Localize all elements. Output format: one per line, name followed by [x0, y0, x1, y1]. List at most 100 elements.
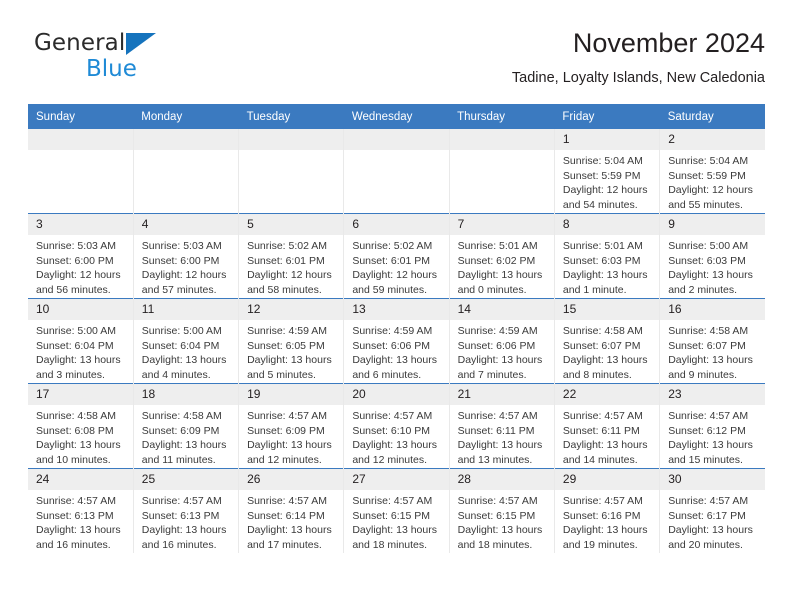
sunset-text: Sunset: 6:03 PM: [668, 254, 746, 267]
day-details: Sunrise: 4:58 AM Sunset: 6:07 PM Daylight:…: [555, 320, 659, 382]
title-block: November 2024 Tadine, Loyalty Islands, N…: [512, 26, 765, 89]
calendar-day-cell[interactable]: 6 Sunrise: 5:02 AM Sunset: 6:01 PM Daylight…: [343, 213, 450, 299]
day-number: [449, 129, 554, 150]
day-number: 16: [660, 299, 765, 320]
sunrise-text: Sunrise: 4:58 AM: [36, 410, 116, 422]
daylight-text-line1: Daylight: 12 hours: [352, 269, 437, 282]
calendar-day-cell[interactable]: 3 Sunrise: 5:03 AM Sunset: 6:00 PM Daylight…: [28, 213, 134, 299]
calendar-day-cell[interactable]: 24 Sunrise: 4:57 AM Sunset: 6:13 PM Dayligh…: [28, 468, 134, 553]
calendar-day-cell-empty: [343, 129, 450, 214]
sunrise-text: Sunrise: 4:57 AM: [352, 495, 433, 507]
day-details: Sunrise: 5:02 AM Sunset: 6:01 PM Daylight:…: [239, 235, 343, 297]
calendar-page: General Blue November 2024 Tadine, Loyal…: [0, 0, 792, 612]
daylight-text-line2: and 18 minutes.: [457, 538, 533, 551]
calendar-day-cell[interactable]: 27 Sunrise: 4:57 AM Sunset: 6:15 PM Dayligh…: [343, 468, 450, 553]
daylight-text-line2: and 12 minutes.: [352, 453, 428, 466]
weekday-header-wednesday: Wednesday: [343, 104, 450, 129]
calendar-day-cell[interactable]: 7 Sunrise: 5:01 AM Sunset: 6:02 PM Daylight…: [449, 213, 555, 299]
calendar-day-cell-empty: [133, 129, 240, 214]
calendar-day-cell[interactable]: 13 Sunrise: 4:59 AM Sunset: 6:06 PM Dayligh…: [343, 298, 450, 384]
calendar-day-cell[interactable]: 30 Sunrise: 4:57 AM Sunset: 6:17 PM Dayligh…: [659, 468, 765, 553]
daylight-text-line1: Daylight: 13 hours: [668, 269, 753, 282]
calendar-day-cell[interactable]: 28 Sunrise: 4:57 AM Sunset: 6:15 PM Dayligh…: [449, 468, 555, 553]
calendar-day-cell[interactable]: 12 Sunrise: 4:59 AM Sunset: 6:05 PM Dayligh…: [238, 298, 345, 384]
calendar-day-cell[interactable]: 9 Sunrise: 5:00 AM Sunset: 6:03 PM Daylight…: [659, 213, 765, 299]
day-number: 1: [554, 129, 660, 150]
calendar-day-cell[interactable]: 4 Sunrise: 5:03 AM Sunset: 6:00 PM Daylight…: [133, 213, 240, 299]
sunset-text: Sunset: 6:05 PM: [247, 339, 325, 352]
daylight-text-line1: Daylight: 13 hours: [668, 439, 753, 452]
day-number: 29: [554, 469, 660, 490]
daylight-text-line1: Daylight: 13 hours: [352, 439, 437, 452]
sunrise-text: Sunrise: 4:58 AM: [668, 325, 749, 337]
day-number: 11: [133, 299, 239, 320]
day-details: Sunrise: 4:57 AM Sunset: 6:16 PM Daylight:…: [555, 490, 659, 552]
sunrise-text: Sunrise: 4:57 AM: [457, 495, 538, 507]
calendar-day-cell[interactable]: 11 Sunrise: 5:00 AM Sunset: 6:04 PM Dayligh…: [133, 298, 240, 384]
daylight-text-line1: Daylight: 13 hours: [36, 524, 121, 537]
sunset-text: Sunset: 6:02 PM: [457, 254, 536, 267]
calendar-day-cell[interactable]: 25 Sunrise: 4:57 AM Sunset: 6:13 PM Dayligh…: [133, 468, 240, 553]
day-number: 4: [133, 214, 239, 235]
calendar-day-cell[interactable]: 2 Sunrise: 5:04 AM Sunset: 5:59 PM Daylight…: [659, 129, 765, 214]
day-details: Sunrise: 5:00 AM Sunset: 6:03 PM Daylight:…: [660, 235, 765, 297]
calendar-day-cell[interactable]: 19 Sunrise: 4:57 AM Sunset: 6:09 PM Dayligh…: [238, 383, 345, 469]
calendar-day-cell[interactable]: 22 Sunrise: 4:57 AM Sunset: 6:11 PM Dayligh…: [554, 383, 661, 469]
sunset-text: Sunset: 6:17 PM: [668, 509, 746, 522]
calendar-day-cell[interactable]: 8 Sunrise: 5:01 AM Sunset: 6:03 PM Daylight…: [554, 213, 661, 299]
day-details: Sunrise: 4:57 AM Sunset: 6:15 PM Daylight:…: [344, 490, 448, 552]
daylight-text-line1: Daylight: 13 hours: [562, 524, 648, 537]
calendar-day-cell[interactable]: 26 Sunrise: 4:57 AM Sunset: 6:14 PM Dayligh…: [238, 468, 345, 553]
sunrise-text: Sunrise: 5:04 AM: [562, 155, 643, 167]
calendar-day-cell[interactable]: 15 Sunrise: 4:58 AM Sunset: 6:07 PM Dayligh…: [554, 298, 661, 384]
daylight-text-line2: and 4 minutes.: [141, 368, 211, 381]
calendar-day-cell[interactable]: 21 Sunrise: 4:57 AM Sunset: 6:11 PM Dayligh…: [449, 383, 555, 469]
daylight-text-line2: and 20 minutes.: [668, 538, 743, 551]
daylight-text-line2: and 17 minutes.: [247, 538, 322, 551]
sunrise-text: Sunrise: 4:58 AM: [141, 410, 222, 422]
sunset-text: Sunset: 6:15 PM: [457, 509, 536, 522]
day-details: Sunrise: 4:58 AM Sunset: 6:07 PM Daylight:…: [660, 320, 765, 382]
sunrise-text: Sunrise: 5:01 AM: [457, 240, 538, 252]
calendar-week-row: 1 Sunrise: 5:04 AM Sunset: 5:59 PM Daylight…: [28, 129, 765, 214]
calendar-day-cell[interactable]: 10 Sunrise: 5:00 AM Sunset: 6:04 PM Dayligh…: [28, 298, 134, 384]
daylight-text-line1: Daylight: 13 hours: [247, 439, 332, 452]
daylight-text-line1: Daylight: 13 hours: [247, 354, 332, 367]
day-number: 10: [28, 299, 133, 320]
calendar-day-cell[interactable]: 29 Sunrise: 4:57 AM Sunset: 6:16 PM Dayligh…: [554, 468, 661, 553]
sunset-text: Sunset: 6:08 PM: [36, 424, 114, 437]
day-details: Sunrise: 4:59 AM Sunset: 6:06 PM Daylight:…: [344, 320, 448, 382]
daylight-text-line2: and 6 minutes.: [352, 368, 422, 381]
daylight-text-line1: Daylight: 13 hours: [562, 269, 648, 282]
day-number: 24: [28, 469, 133, 490]
calendar-day-cell[interactable]: 18 Sunrise: 4:58 AM Sunset: 6:09 PM Dayligh…: [133, 383, 240, 469]
calendar-grid: Sunday Monday Tuesday Wednesday Thursday…: [28, 104, 765, 553]
sunset-text: Sunset: 6:07 PM: [562, 339, 641, 352]
calendar-day-cell[interactable]: 5 Sunrise: 5:02 AM Sunset: 6:01 PM Daylight…: [238, 213, 345, 299]
day-number: 13: [344, 299, 449, 320]
brand-logo[interactable]: General Blue: [28, 30, 228, 92]
calendar-day-cell[interactable]: 14 Sunrise: 4:59 AM Sunset: 6:06 PM Dayligh…: [449, 298, 555, 384]
page-header: General Blue November 2024 Tadine, Loyal…: [28, 26, 765, 98]
day-details: Sunrise: 4:57 AM Sunset: 6:12 PM Daylight:…: [660, 405, 765, 467]
calendar-day-cell[interactable]: 16 Sunrise: 4:58 AM Sunset: 6:07 PM Dayligh…: [659, 298, 765, 384]
day-number: 17: [28, 384, 133, 405]
daylight-text-line2: and 2 minutes.: [668, 283, 738, 296]
daylight-text-line2: and 58 minutes.: [247, 283, 322, 296]
daylight-text-line1: Daylight: 12 hours: [141, 269, 227, 282]
daylight-text-line2: and 16 minutes.: [141, 538, 217, 551]
day-number: [133, 129, 239, 150]
daylight-text-line2: and 16 minutes.: [36, 538, 111, 551]
page-subtitle: Tadine, Loyalty Islands, New Caledonia: [511, 70, 765, 86]
sunset-text: Sunset: 6:10 PM: [352, 424, 430, 437]
sunset-text: Sunset: 5:59 PM: [562, 169, 641, 182]
sunset-text: Sunset: 6:00 PM: [141, 254, 220, 267]
calendar-day-cell[interactable]: 1 Sunrise: 5:04 AM Sunset: 5:59 PM Daylight…: [554, 129, 661, 214]
day-details: Sunrise: 4:57 AM Sunset: 6:09 PM Daylight:…: [239, 405, 343, 467]
calendar-day-cell[interactable]: 20 Sunrise: 4:57 AM Sunset: 6:10 PM Dayligh…: [343, 383, 450, 469]
calendar-day-cell[interactable]: 23 Sunrise: 4:57 AM Sunset: 6:12 PM Dayligh…: [659, 383, 765, 469]
calendar-day-cell[interactable]: 17 Sunrise: 4:58 AM Sunset: 6:08 PM Dayligh…: [28, 383, 134, 469]
day-number: [28, 129, 133, 150]
day-details: Sunrise: 5:01 AM Sunset: 6:02 PM Daylight:…: [450, 235, 554, 297]
day-details: Sunrise: 4:58 AM Sunset: 6:09 PM Daylight:…: [134, 405, 238, 467]
